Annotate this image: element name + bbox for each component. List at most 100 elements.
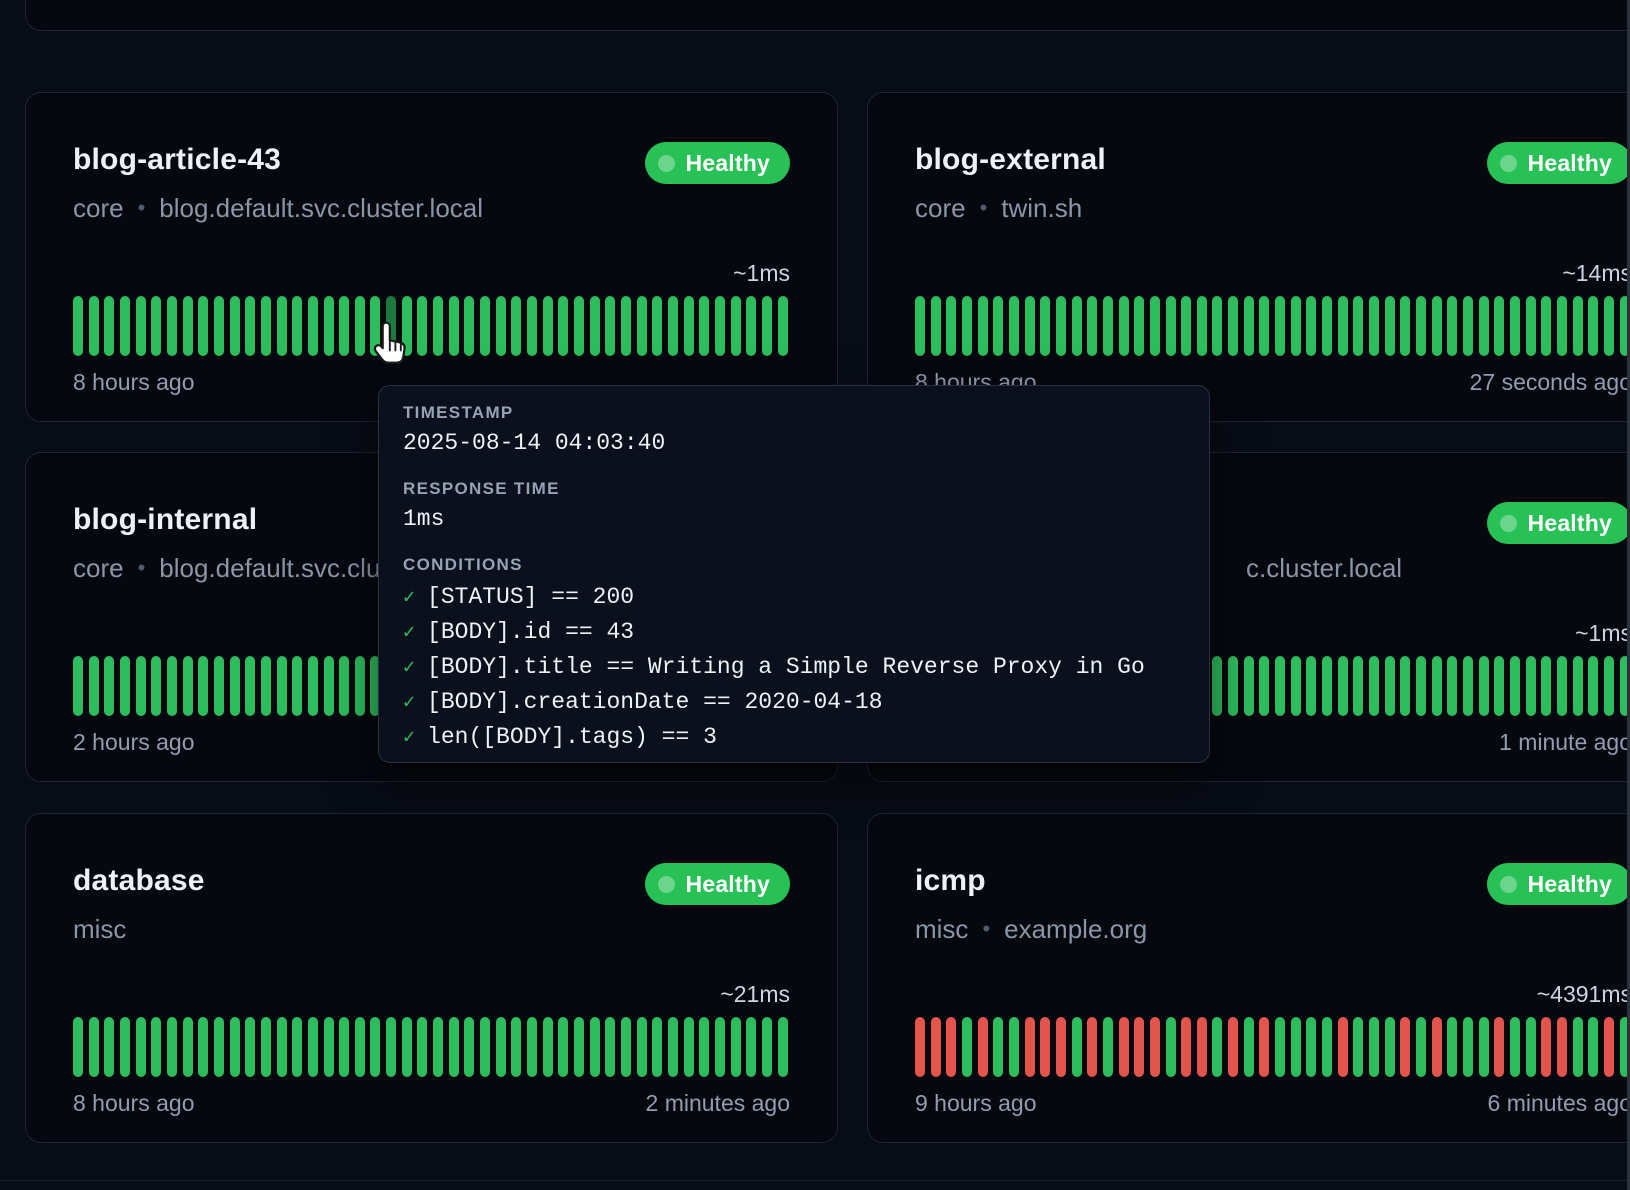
uptime-bar[interactable] (1322, 656, 1332, 716)
uptime-bar[interactable] (1588, 656, 1598, 716)
uptime-bar[interactable] (1103, 296, 1113, 356)
uptime-bar[interactable] (104, 296, 114, 356)
uptime-bar[interactable] (214, 1017, 224, 1077)
uptime-bar[interactable] (1087, 1017, 1097, 1077)
uptime-bar-hovered[interactable] (386, 296, 396, 356)
uptime-bar[interactable] (480, 1017, 490, 1077)
uptime-bar[interactable] (261, 296, 271, 356)
uptime-bar[interactable] (1510, 1017, 1520, 1077)
uptime-bar[interactable] (574, 296, 584, 356)
uptime-bar[interactable] (1526, 1017, 1536, 1077)
uptime-bar[interactable] (1463, 1017, 1473, 1077)
uptime-bar[interactable] (292, 296, 302, 356)
uptime-bar[interactable] (324, 296, 334, 356)
uptime-bar[interactable] (1259, 656, 1269, 716)
uptime-bar[interactable] (1259, 1017, 1269, 1077)
uptime-bar[interactable] (511, 1017, 521, 1077)
uptime-bar[interactable] (1119, 1017, 1129, 1077)
uptime-bar[interactable] (962, 1017, 972, 1077)
uptime-bar[interactable] (292, 1017, 302, 1077)
uptime-bar[interactable] (496, 1017, 506, 1077)
uptime-bar[interactable] (915, 296, 925, 356)
uptime-bar[interactable] (699, 296, 709, 356)
uptime-bar[interactable] (1588, 296, 1598, 356)
uptime-bar[interactable] (1557, 1017, 1567, 1077)
uptime-bar[interactable] (1040, 296, 1050, 356)
uptime-bar[interactable] (198, 296, 208, 356)
uptime-bar[interactable] (590, 296, 600, 356)
uptime-bar[interactable] (402, 296, 412, 356)
uptime-bar[interactable] (1557, 656, 1567, 716)
uptime-bar[interactable] (1400, 296, 1410, 356)
uptime-bar[interactable] (1557, 296, 1567, 356)
uptime-bar[interactable] (778, 296, 788, 356)
uptime-bar[interactable] (1134, 1017, 1144, 1077)
uptime-bar[interactable] (136, 656, 146, 716)
uptime-bar[interactable] (605, 1017, 615, 1077)
uptime-bar[interactable] (590, 1017, 600, 1077)
uptime-bar[interactable] (151, 1017, 161, 1077)
uptime-bar[interactable] (1212, 656, 1222, 716)
uptime-bar[interactable] (1353, 1017, 1363, 1077)
uptime-bar[interactable] (73, 1017, 83, 1077)
uptime-bar[interactable] (1103, 1017, 1113, 1077)
uptime-bar[interactable] (89, 656, 99, 716)
uptime-bar[interactable] (1166, 1017, 1176, 1077)
uptime-bar[interactable] (1463, 656, 1473, 716)
uptime-bar[interactable] (292, 656, 302, 716)
uptime-bar[interactable] (136, 1017, 146, 1077)
uptime-bar[interactable] (1400, 1017, 1410, 1077)
uptime-bar[interactable] (73, 656, 83, 716)
uptime-bar[interactable] (355, 656, 365, 716)
uptime-bar[interactable] (167, 656, 177, 716)
uptime-bar[interactable] (464, 296, 474, 356)
uptime-bar[interactable] (946, 296, 956, 356)
uptime-bar[interactable] (496, 296, 506, 356)
uptime-bar[interactable] (637, 296, 647, 356)
uptime-bar[interactable] (621, 296, 631, 356)
uptime-bar[interactable] (1009, 296, 1019, 356)
uptime-bar[interactable] (324, 656, 334, 716)
uptime-bar[interactable] (480, 296, 490, 356)
uptime-bar[interactable] (1087, 296, 1097, 356)
uptime-bar[interactable] (1244, 1017, 1254, 1077)
uptime-bar[interactable] (1166, 296, 1176, 356)
uptime-bar[interactable] (1369, 656, 1379, 716)
uptime-bar[interactable] (1416, 1017, 1426, 1077)
uptime-bar[interactable] (1244, 656, 1254, 716)
uptime-bar[interactable] (1072, 296, 1082, 356)
uptime-bar[interactable] (261, 1017, 271, 1077)
uptime-bar[interactable] (104, 1017, 114, 1077)
uptime-bar[interactable] (183, 1017, 193, 1077)
uptime-bar[interactable] (1463, 296, 1473, 356)
uptime-bar[interactable] (1119, 296, 1129, 356)
uptime-bar[interactable] (1588, 1017, 1598, 1077)
uptime-bar[interactable] (978, 296, 988, 356)
endpoint-card-blog-external[interactable]: blog-external core•twin.sh Healthy ~14ms… (867, 92, 1630, 422)
uptime-bar[interactable] (167, 296, 177, 356)
uptime-bar[interactable] (543, 1017, 553, 1077)
uptime-bar[interactable] (449, 296, 459, 356)
uptime-bar[interactable] (89, 296, 99, 356)
uptime-bar[interactable] (1322, 1017, 1332, 1077)
uptime-bar[interactable] (1009, 1017, 1019, 1077)
uptime-bar[interactable] (1510, 656, 1520, 716)
uptime-bar[interactable] (277, 296, 287, 356)
uptime-bar[interactable] (1275, 1017, 1285, 1077)
uptime-bar[interactable] (1541, 296, 1551, 356)
uptime-bar[interactable] (261, 656, 271, 716)
uptime-bar[interactable] (1479, 656, 1489, 716)
uptime-bar[interactable] (386, 1017, 396, 1077)
uptime-bar[interactable] (1510, 296, 1520, 356)
uptime-bar[interactable] (1479, 1017, 1489, 1077)
uptime-bar[interactable] (1338, 296, 1348, 356)
uptime-bar[interactable] (355, 296, 365, 356)
uptime-bar[interactable] (1228, 656, 1238, 716)
uptime-bar[interactable] (1432, 1017, 1442, 1077)
uptime-bar[interactable] (308, 656, 318, 716)
uptime-bar[interactable] (1353, 656, 1363, 716)
uptime-bar[interactable] (1385, 296, 1395, 356)
uptime-bar[interactable] (1056, 1017, 1066, 1077)
uptime-bar[interactable] (104, 656, 114, 716)
uptime-bar[interactable] (558, 1017, 568, 1077)
